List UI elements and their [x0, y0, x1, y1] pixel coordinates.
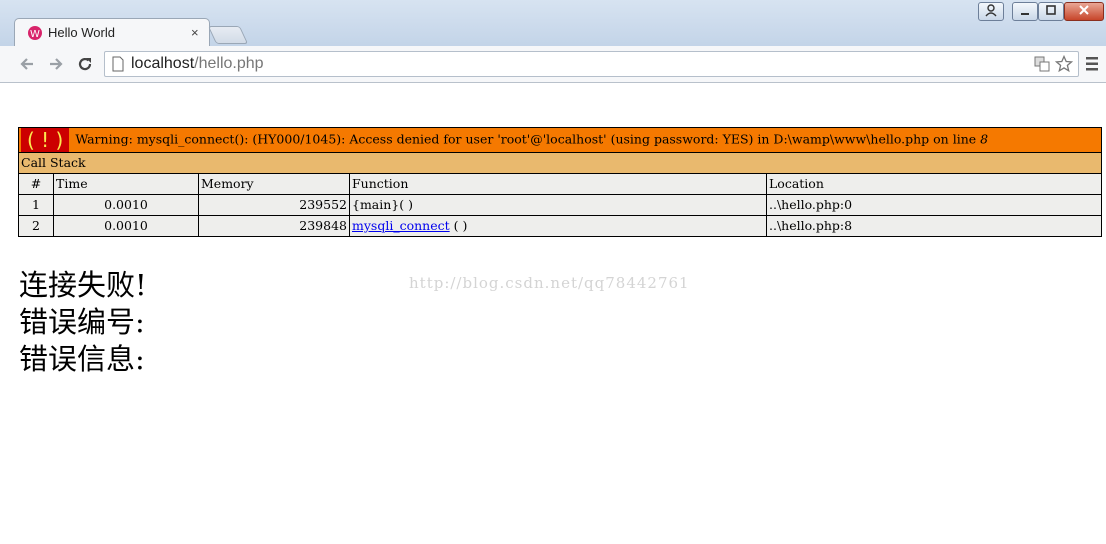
url-host: localhost — [131, 55, 195, 72]
row-time: 0.0010 — [53, 194, 199, 216]
window-titlebar: W Hello World × — [0, 0, 1106, 46]
reload-icon[interactable] — [75, 54, 95, 74]
row-function: {main}( ) — [349, 194, 767, 216]
back-icon[interactable] — [17, 54, 37, 74]
browser-toolbar: localhost/hello.php — [0, 46, 1106, 83]
user-button[interactable] — [978, 2, 1004, 21]
function-suffix: ( ) — [449, 218, 468, 233]
tab-title: Hello World — [48, 25, 115, 40]
warning-badge: ( ! ) — [21, 128, 70, 152]
row-function: mysqli_connect ( ) — [349, 215, 767, 237]
address-bar[interactable]: localhost/hello.php — [104, 51, 1079, 77]
url-text[interactable]: localhost/hello.php — [131, 55, 264, 73]
warning-row: ( ! ) Warning: mysqli_connect(): (HY000/1… — [18, 127, 1102, 153]
col-num: # — [18, 173, 54, 195]
menu-icon[interactable] — [1084, 56, 1100, 72]
function-doc-link[interactable]: mysqli_connect — [352, 218, 450, 233]
watermark: http://blog.csdn.net/qq78442761 — [409, 274, 690, 292]
call-stack-header-row: Call Stack — [18, 152, 1102, 174]
table-row: 1 0.0010 239552 {main}( ) ..\hello.php:0 — [18, 194, 1102, 216]
minimize-button[interactable] — [1012, 2, 1038, 21]
col-location: Location — [766, 173, 1102, 195]
row-location: ..\hello.php:8 — [766, 215, 1102, 237]
error-message-label: 错误信息: — [19, 342, 145, 376]
star-icon[interactable] — [1055, 55, 1073, 73]
row-memory: 239848 — [198, 215, 350, 237]
maximize-icon — [1046, 5, 1056, 15]
row-location: ..\hello.php:0 — [766, 194, 1102, 216]
url-path: /hello.php — [194, 55, 264, 72]
connection-failed-text: 连接失败! — [19, 268, 147, 302]
page-content: ( ! ) Warning: mysqli_connect(): (HY000/1… — [0, 83, 1106, 544]
page-icon — [112, 56, 124, 72]
call-stack-title: Call Stack — [18, 152, 1102, 174]
maximize-button[interactable] — [1038, 2, 1064, 21]
table-row: 2 0.0010 239848 mysqli_connect ( ) ..\he… — [18, 215, 1102, 237]
row-num: 1 — [18, 194, 54, 216]
warning-cell: ( ! ) Warning: mysqli_connect(): (HY000/1… — [18, 127, 1102, 153]
col-memory: Memory — [198, 173, 350, 195]
close-icon — [1079, 5, 1089, 15]
forward-icon[interactable] — [46, 54, 66, 74]
svg-text:W: W — [30, 29, 40, 40]
tab-hello-world[interactable]: W Hello World × — [14, 18, 210, 46]
row-memory: 239552 — [198, 194, 350, 216]
favicon-icon: W — [28, 26, 42, 40]
col-function: Function — [349, 173, 767, 195]
column-header-row: # Time Memory Function Location — [18, 173, 1102, 195]
col-time: Time — [53, 173, 199, 195]
row-num: 2 — [18, 215, 54, 237]
tab-close-button[interactable]: × — [191, 25, 199, 40]
minimize-icon — [1021, 13, 1029, 15]
row-time: 0.0010 — [53, 215, 199, 237]
warning-text: Warning: mysqli_connect(): (HY000/1045):… — [75, 131, 977, 147]
close-window-button[interactable] — [1064, 2, 1104, 21]
warning-line-number: 8 — [980, 131, 989, 147]
error-number-label: 错误编号: — [19, 305, 145, 339]
new-tab-button[interactable] — [207, 26, 249, 44]
xdebug-error-table: ( ! ) Warning: mysqli_connect(): (HY000/1… — [18, 127, 1102, 237]
user-icon — [985, 4, 997, 17]
translate-icon[interactable] — [1034, 56, 1050, 72]
